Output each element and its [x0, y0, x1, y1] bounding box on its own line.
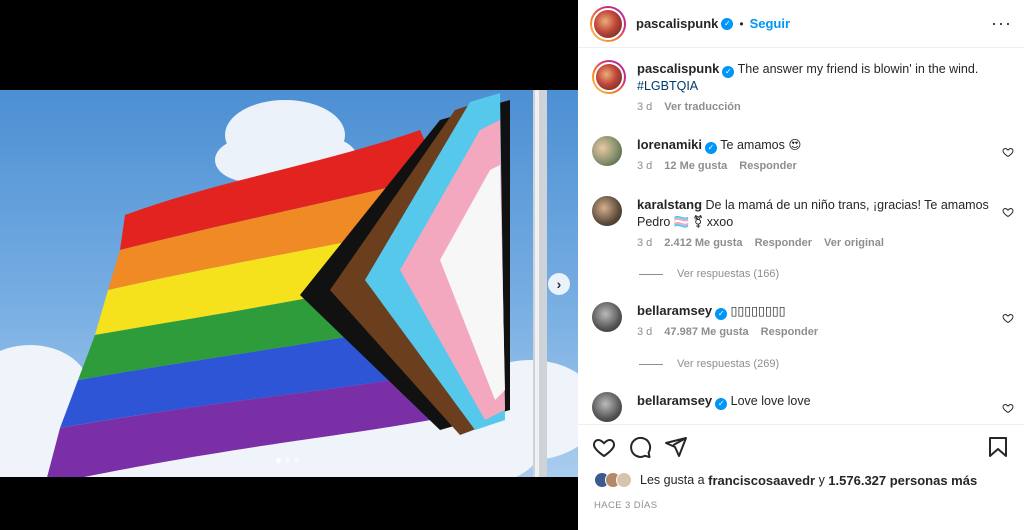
likes-summary: Les gusta a franciscosaavedr y 1.576.327… [594, 472, 977, 488]
flag-illustration [0, 90, 578, 477]
reply-button[interactable]: Responder [755, 235, 812, 252]
post-timestamp[interactable]: HACE 3 DÍAS [594, 500, 658, 511]
instagram-post: › pascalispunk ✓ • Seguir ··· pascalispu… [0, 0, 1024, 530]
comment-username[interactable]: lorenamiki [637, 137, 702, 152]
likers-avatars [594, 472, 632, 488]
follow-button[interactable]: Seguir [750, 16, 790, 31]
comments-list[interactable]: pascalispunk ✓ The answer my friend is bl… [578, 48, 1024, 423]
share-icon[interactable] [664, 435, 688, 459]
carousel-dot [285, 458, 290, 463]
post-actions [578, 424, 1024, 468]
view-replies-label: Ver respuestas (269) [677, 358, 780, 370]
verified-icon: ✓ [715, 307, 728, 320]
comment-age: 3 d [637, 326, 653, 338]
like-heart-icon[interactable] [592, 435, 616, 459]
comment-age: 3 d [637, 237, 653, 249]
comment-avatar[interactable] [592, 302, 622, 332]
likes-prefix: Les gusta a [640, 473, 705, 487]
comment-username[interactable]: karalstang [637, 197, 702, 212]
likes-conj: y [818, 473, 825, 487]
comment-text: Te amamos 😍 [720, 138, 802, 152]
comment-likes[interactable]: 2.412 Me gusta [664, 235, 742, 252]
comment-likes[interactable]: 12 Me gusta [664, 158, 727, 175]
author-username[interactable]: pascalispunk [636, 16, 718, 31]
verified-icon: ✓ [705, 141, 718, 154]
caption-age: 3 d [637, 101, 653, 113]
caption-avatar[interactable] [592, 60, 626, 94]
comment-avatar[interactable] [592, 136, 622, 166]
comment-username[interactable]: bellaramsey [637, 393, 712, 408]
verified-icon: ✓ [721, 17, 734, 30]
caption-text: The answer my friend is blowin' in the w… [737, 62, 979, 76]
comment-text: ▯▯▯▯▯▯▯▯ [730, 304, 786, 318]
caption-username[interactable]: pascalispunk [637, 61, 719, 76]
heart-icon[interactable] [1002, 146, 1014, 158]
post-sidebar: pascalispunk ✓ • Seguir ··· pascalispunk… [578, 0, 1024, 530]
comment-age: 3 d [637, 160, 653, 172]
comment-item: karalstang De la mamá de un niño trans, … [578, 196, 1024, 252]
liker-username[interactable]: franciscosaavedr [708, 473, 815, 488]
post-media: › [0, 0, 578, 530]
caption: pascalispunk ✓ The answer my friend is bl… [578, 60, 1024, 116]
comment-item: lorenamiki ✓ Te amamos 😍 3 d 12 Me gusta … [578, 136, 1024, 175]
likes-count[interactable]: 1.576.327 personas más [828, 473, 977, 488]
carousel-dot [294, 458, 299, 463]
carousel-dot [276, 458, 281, 463]
author-avatar[interactable] [590, 5, 626, 42]
view-replies-label: Ver respuestas (166) [677, 268, 780, 280]
heart-icon[interactable] [1002, 402, 1014, 414]
save-icon[interactable] [986, 435, 1010, 459]
comment-avatar[interactable] [592, 392, 622, 422]
heart-icon[interactable] [1002, 206, 1014, 218]
verified-icon: ✓ [722, 65, 735, 78]
carousel-next-button[interactable]: › [548, 273, 570, 295]
comment-text: Love love love [730, 394, 811, 408]
see-original-link[interactable]: Ver original [824, 235, 884, 252]
more-icon[interactable]: ··· [991, 13, 1012, 34]
carousel-dots [276, 458, 299, 463]
liker-avatar [616, 472, 632, 488]
comment-icon[interactable] [628, 435, 652, 459]
comment-item: bellaramsey ✓ Love love love [578, 392, 1024, 422]
heart-icon[interactable] [1002, 312, 1014, 324]
comment-avatar[interactable] [592, 196, 622, 226]
view-replies-button[interactable]: Ver respuestas (269) [639, 358, 779, 370]
comment-item: bellaramsey ✓ ▯▯▯▯▯▯▯▯ 3 d 47.987 Me gust… [578, 302, 1024, 341]
reply-button[interactable]: Responder [739, 158, 796, 175]
comment-likes[interactable]: 47.987 Me gusta [664, 324, 748, 341]
reply-button[interactable]: Responder [761, 324, 818, 341]
caption-hashtag[interactable]: #LGBTQIA [637, 79, 698, 93]
post-photo-progress-pride-flag [0, 90, 578, 477]
post-header: pascalispunk ✓ • Seguir ··· [578, 0, 1024, 48]
verified-icon: ✓ [715, 397, 728, 410]
comment-username[interactable]: bellaramsey [637, 303, 712, 318]
view-replies-button[interactable]: Ver respuestas (166) [639, 268, 779, 280]
translate-link[interactable]: Ver traducción [664, 99, 740, 116]
separator: • [739, 16, 744, 31]
chevron-right-icon: › [556, 276, 562, 292]
